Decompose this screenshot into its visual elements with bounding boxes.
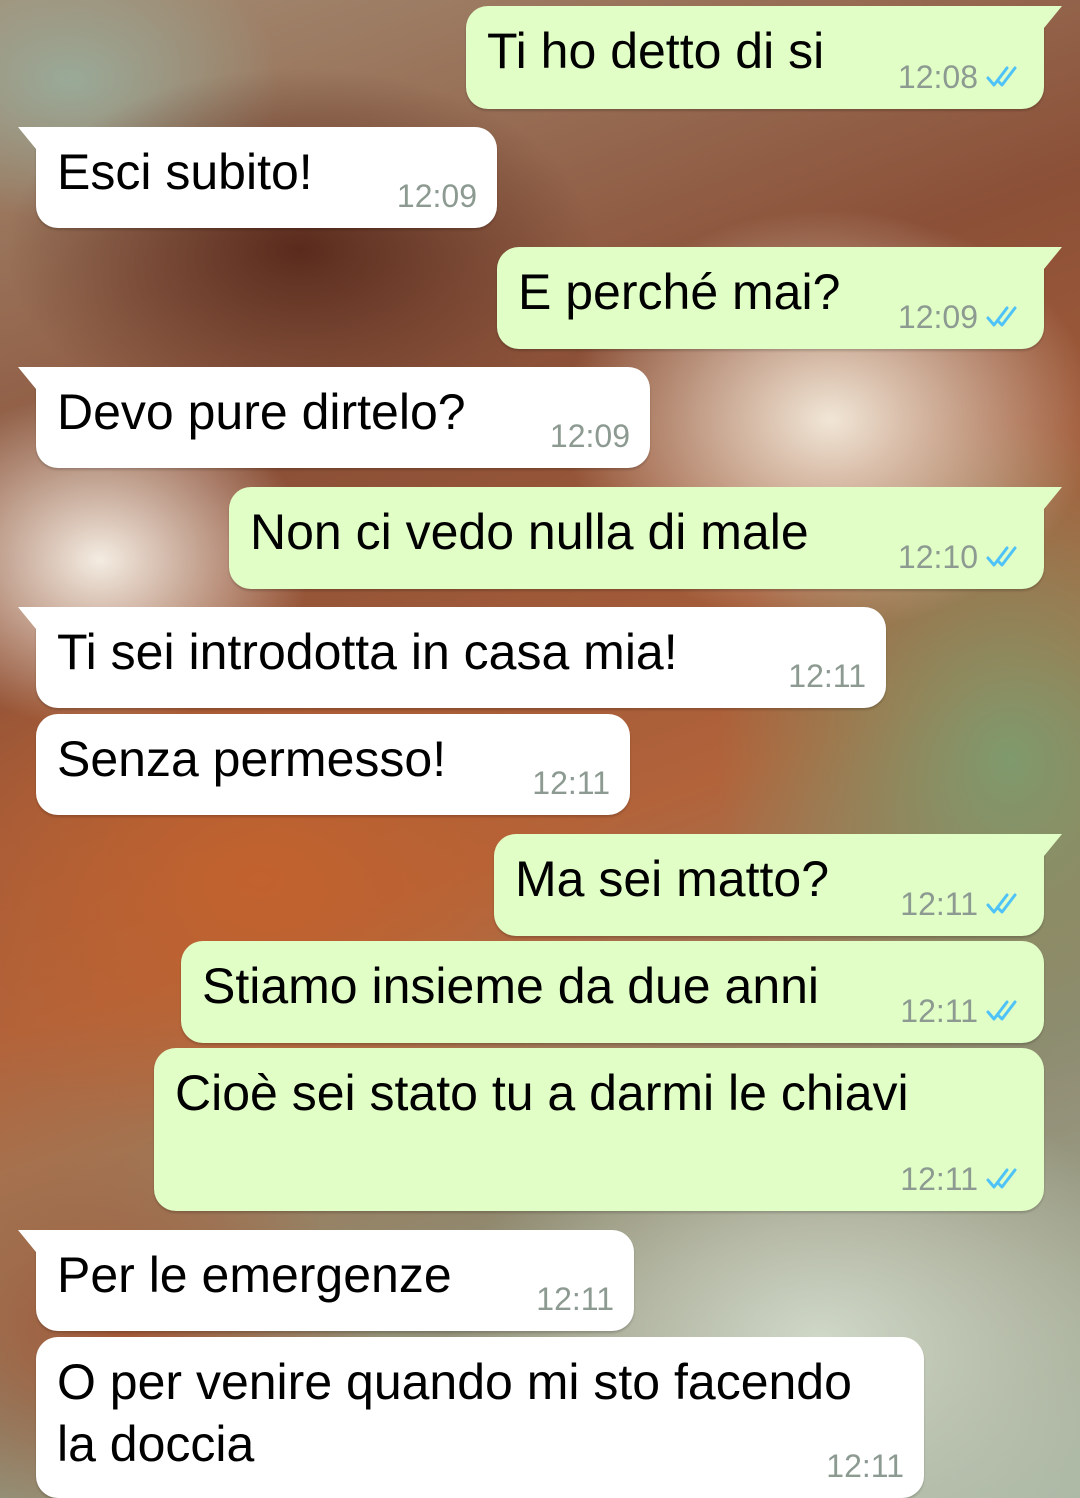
message-meta: 12:09	[550, 418, 630, 454]
message-bubble-incoming[interactable]: Senza permesso! 12:11	[36, 714, 630, 815]
message-time: 12:10	[897, 539, 978, 575]
message-bubble-outgoing[interactable]: Stiamo insieme da due anni 12:11	[181, 941, 1044, 1043]
message-text: Devo pure dirtelo?	[57, 384, 466, 440]
message-meta: 12:09	[898, 299, 1024, 335]
chat-message-list: Ti ho detto di si 12:08 Esci subito! 12:…	[0, 0, 1080, 1498]
double-check-icon	[986, 66, 1017, 87]
message-time: 12:09	[396, 178, 477, 214]
message-meta: 12:11	[532, 765, 610, 801]
message-bubble-incoming[interactable]: Per le emergenze 12:11	[18, 1230, 634, 1331]
message-bubble-outgoing[interactable]: Non ci vedo nulla di male 12:10	[229, 487, 1062, 589]
double-check-icon	[986, 546, 1017, 567]
message-text: Senza permesso!	[57, 731, 447, 787]
message-text: O per venire quando mi sto facendo la do…	[57, 1354, 852, 1472]
message-bubble-incoming[interactable]: Esci subito! 12:09	[18, 127, 497, 228]
message-text: Esci subito!	[57, 144, 313, 200]
message-bubble-outgoing[interactable]: Cioè sei stato tu a darmi le chiavi 12:1…	[154, 1048, 1044, 1211]
message-meta: 12:11	[536, 1281, 614, 1317]
message-time: 12:09	[897, 299, 978, 335]
message-bubble-incoming[interactable]: Devo pure dirtelo? 12:09	[18, 367, 650, 468]
message-time: 12:11	[536, 1281, 614, 1317]
message-meta: 12:09	[397, 178, 477, 214]
message-time: 12:11	[532, 765, 610, 801]
double-check-icon	[986, 306, 1017, 327]
message-time: 12:11	[900, 993, 978, 1029]
message-time: 12:11	[788, 658, 866, 694]
message-meta: 12:11	[900, 993, 1024, 1029]
message-bubble-incoming[interactable]: Ti sei introdotta in casa mia! 12:11	[18, 607, 886, 708]
double-check-icon	[986, 893, 1017, 914]
message-meta: 12:11	[788, 658, 866, 694]
message-bubble-outgoing[interactable]: Ma sei matto? 12:11	[494, 834, 1062, 936]
message-meta: 12:10	[898, 539, 1024, 575]
message-text: Cioè sei stato tu a darmi le chiavi	[175, 1065, 909, 1121]
message-text: Non ci vedo nulla di male	[250, 504, 809, 560]
message-time: 12:08	[897, 59, 978, 95]
message-time: 12:11	[900, 1161, 978, 1197]
message-meta: 12:11	[900, 1161, 1024, 1197]
message-text: Ma sei matto?	[515, 851, 830, 907]
double-check-icon	[986, 1000, 1017, 1021]
message-time: 12:11	[900, 886, 978, 922]
message-meta: 12:08	[898, 59, 1024, 95]
double-check-icon	[986, 1168, 1017, 1189]
message-text: Stiamo insieme da due anni	[202, 958, 820, 1014]
message-bubble-outgoing[interactable]: E perché mai? 12:09	[497, 247, 1062, 349]
message-meta: 12:11	[900, 886, 1024, 922]
message-time: 12:11	[826, 1448, 904, 1484]
message-text: E perché mai?	[518, 264, 841, 320]
message-text: Ti ho detto di si	[487, 23, 825, 79]
message-bubble-incoming[interactable]: O per venire quando mi sto facendo la do…	[36, 1337, 924, 1498]
message-text: Ti sei introdotta in casa mia!	[57, 624, 678, 680]
message-time: 12:09	[549, 418, 630, 454]
message-bubble-outgoing[interactable]: Ti ho detto di si 12:08	[466, 6, 1062, 109]
message-text: Per le emergenze	[57, 1247, 452, 1303]
message-meta: 12:11	[826, 1448, 904, 1484]
